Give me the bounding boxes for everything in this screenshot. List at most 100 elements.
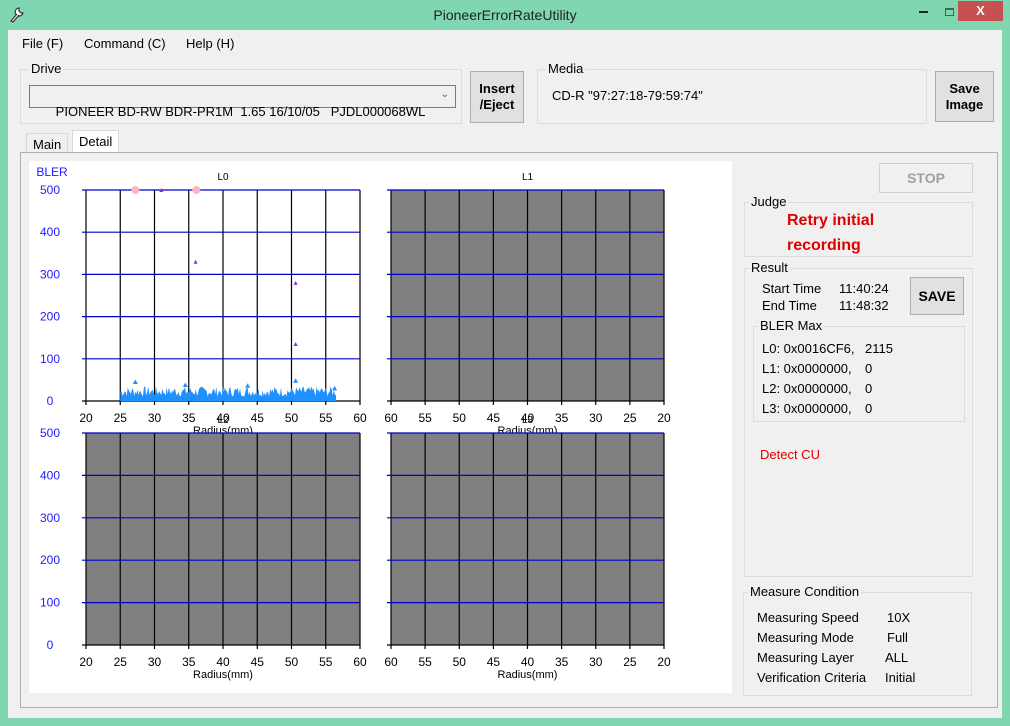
x-tick-label: 45: [251, 411, 265, 425]
x-tick-label: 50: [285, 411, 299, 425]
close-icon: X: [976, 3, 985, 18]
bler-max-row: L3: 0x0000000, 0: [762, 401, 873, 416]
menu-help[interactable]: Help (H): [186, 36, 234, 51]
insert-eject-button[interactable]: Insert /Eject: [470, 71, 524, 123]
x-tick-label: 60: [353, 411, 367, 425]
minimize-icon: [918, 10, 928, 13]
x-tick-label: 60: [384, 655, 398, 669]
x-tick-label: 25: [623, 411, 637, 425]
y-tick-label: 100: [40, 352, 60, 366]
insert-eject-label-2: /Eject: [479, 97, 515, 112]
bler-max-list: L0: 0x0016CF6, 2115 L1: 0x0000000, 0 L2: 0…: [762, 339, 893, 419]
chevron-down-icon: ⌄: [440, 89, 449, 100]
x-tick-label: 50: [453, 411, 467, 425]
result-group: Result Start Time 11:40:24 End Time 11:4…: [744, 260, 973, 577]
judge-result: Retry initial recording: [787, 208, 874, 258]
x-tick-label: 55: [418, 655, 432, 669]
bler-charts: 20 25 30 35 40 45 50 55 60L0Radius(mm)0100200300…: [36, 165, 671, 681]
x-tick-label: 45: [487, 655, 501, 669]
tab-detail[interactable]: Detail: [72, 130, 120, 153]
detail-panel: 20 25 30 35 40 45 50 55 60 L0 Radius(mm) 0 100 200 300…: [20, 152, 998, 708]
x-tick-label: 35: [555, 655, 569, 669]
main-window: File (F) Command (C) Help (H) Drive PION…: [8, 30, 1002, 718]
x-tick-label: 40: [521, 655, 535, 669]
detect-status: Detect CU: [760, 447, 820, 462]
x-tick-label: 25: [114, 655, 128, 669]
x-tick-label: 60: [384, 411, 398, 425]
chart-area: 20 25 30 35 40 45 50 55 60 L0 Radius(mm) 0 100 200 300…: [29, 161, 732, 693]
result-label: Result: [749, 260, 790, 275]
maximize-icon: [944, 7, 954, 16]
window-title: PioneerErrorRateUtility: [433, 7, 577, 23]
save-image-label-2: Image: [945, 96, 984, 112]
x-tick-label: 50: [453, 655, 467, 669]
y-tick-label: 0: [47, 394, 54, 408]
measure-row: Measuring Mode Full: [757, 630, 908, 645]
x-tick-label: 40: [216, 655, 230, 669]
chart-title: L3: [522, 415, 534, 426]
measure-condition-label: Measure Condition: [748, 584, 862, 599]
bler-max-row: L0: 0x0016CF6, 2115: [762, 341, 893, 356]
x-axis-label: Radius(mm): [193, 669, 253, 681]
x-tick-label: 25: [114, 411, 128, 425]
judge-line-2: recording: [787, 237, 861, 254]
bler-max-row: L1: 0x0000000, 0: [762, 361, 873, 376]
x-tick-label: 60: [353, 655, 367, 669]
measure-condition-list: Measuring Speed 10X Measuring Mode Full Me…: [757, 608, 915, 688]
close-button[interactable]: X: [958, 1, 1003, 21]
measure-row: Measuring Speed 10X: [757, 610, 911, 625]
x-axis-label: Radius(mm): [498, 669, 558, 681]
menu-bar: File (F) Command (C) Help (H): [8, 30, 1002, 56]
x-tick-label: 25: [623, 655, 637, 669]
stop-button[interactable]: STOP: [879, 163, 973, 193]
measure-row: Measuring Layer ALL: [757, 650, 909, 665]
menu-file[interactable]: File (F): [22, 36, 63, 51]
judge-group: Judge Retry initial recording: [744, 194, 973, 258]
insert-eject-label-1: Insert: [479, 81, 515, 96]
x-tick-label: 45: [487, 411, 501, 425]
save-image-label-1: Save: [949, 80, 980, 96]
drive-select-value: PIONEER BD-RW BDR-PR1M 1.65 16/10/05 PJD…: [55, 104, 426, 119]
drive-select[interactable]: PIONEER BD-RW BDR-PR1M 1.65 16/10/05 PJD…: [29, 85, 456, 119]
bler-max-row: L2: 0x0000000, 0: [762, 381, 873, 396]
chart-title: L0: [217, 172, 229, 183]
y-axis-label: BLER: [36, 165, 68, 179]
judge-label: Judge: [749, 194, 789, 209]
save-result-label: SAVE: [918, 288, 956, 304]
x-tick-label: 20: [79, 655, 93, 669]
media-label: Media: [546, 61, 586, 76]
drive-group: Drive PIONEER BD-RW BDR-PR1M 1.65 16/10/…: [20, 61, 462, 124]
save-result-button[interactable]: SAVE: [910, 277, 964, 315]
x-tick-label: 20: [79, 411, 93, 425]
save-image-button[interactable]: Save Image: [935, 71, 994, 122]
drive-label: Drive: [29, 61, 64, 76]
end-time-value: 11:48:32: [839, 298, 889, 313]
media-group: Media CD-R "97:27:18-79:59:74": [537, 61, 927, 124]
bler-max-point: [131, 186, 140, 194]
y-tick-label: 100: [40, 596, 60, 610]
x-tick-label: 20: [657, 655, 671, 669]
measure-row: Verification Criteria Initial: [757, 670, 916, 685]
tab-main[interactable]: Main: [26, 133, 69, 153]
y-tick-label: 300: [40, 267, 60, 281]
bler-max-group: BLER Max L0: 0x0016CF6, 2115 L1: 0x000000…: [753, 318, 965, 422]
menu-command[interactable]: Command (C): [84, 36, 166, 51]
chart-title: L1: [522, 172, 534, 183]
x-tick-label: 45: [251, 655, 265, 669]
y-tick-label: 0: [47, 638, 54, 652]
title-bar: PioneerErrorRateUtility X: [0, 0, 1010, 30]
y-tick-label: 400: [40, 468, 60, 482]
x-tick-label: 35: [555, 411, 569, 425]
x-tick-label: 55: [418, 411, 432, 425]
maximize-button[interactable]: [938, 1, 960, 21]
minimize-button[interactable]: [910, 1, 936, 21]
x-tick-label: 35: [182, 411, 196, 425]
x-tick-label: 50: [285, 655, 299, 669]
chart-title: L2: [217, 415, 229, 426]
bler-max-point: [192, 186, 201, 194]
x-tick-label: 30: [148, 411, 162, 425]
stop-label: STOP: [907, 170, 945, 186]
measure-condition-group: Measure Condition Measuring Speed 10X Mea…: [743, 584, 972, 696]
x-tick-label: 30: [589, 411, 603, 425]
x-tick-label: 55: [319, 655, 333, 669]
